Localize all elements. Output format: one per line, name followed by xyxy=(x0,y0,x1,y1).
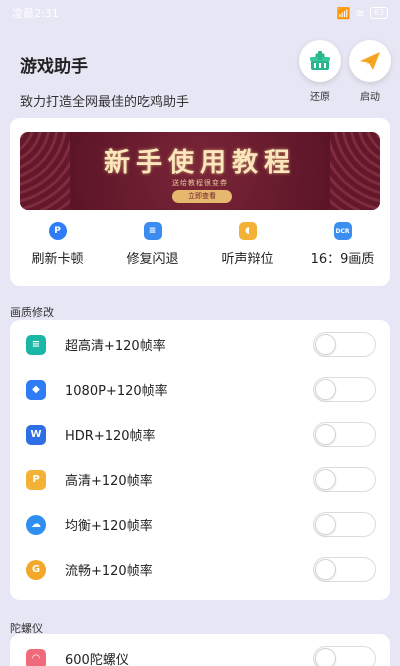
setting-row: ☁ 均衡+120帧率 xyxy=(10,502,390,547)
tutorial-banner[interactable]: 新手使用教程 送给教程很变券 立即查看 xyxy=(20,132,380,210)
battery-icon: 63 xyxy=(369,7,388,19)
setting-label: 流畅+120帧率 xyxy=(65,564,153,579)
1080p-toggle[interactable] xyxy=(313,377,376,402)
hd-icon: P xyxy=(26,469,46,490)
setting-label: 1080P+120帧率 xyxy=(65,384,168,399)
section-title-quality: 画质修改 xyxy=(10,306,54,319)
setting-label: 超高清+120帧率 xyxy=(65,339,166,354)
gyro-settings-card: ◠ 600陀螺仪 xyxy=(10,634,390,666)
repair-icon: ≡ xyxy=(143,222,162,240)
setting-row: W HDR+120帧率 xyxy=(10,412,390,457)
setting-row: ≡ 超高清+120帧率 xyxy=(10,322,390,367)
quick-actions: P 刷新卡顿 ≡ 修复闪退 ◖ 听声辩位 DCR 16：9画质 xyxy=(10,222,390,267)
quick-action-label: 16：9画质 xyxy=(310,252,375,267)
restore-button[interactable]: 还原 xyxy=(298,40,342,103)
quick-action-refresh[interactable]: P 刷新卡顿 xyxy=(14,222,102,267)
ultra-hd-toggle[interactable] xyxy=(313,332,376,357)
toggle-knob xyxy=(315,648,336,666)
header: 游戏助手 致力打造全网最佳的吃鸡助手 xyxy=(20,52,189,110)
quick-action-label: 修复闪退 xyxy=(126,252,179,267)
ultra-hd-icon: ≡ xyxy=(26,334,46,355)
gyro-icon: ◠ xyxy=(26,648,46,666)
quality-settings-card: ≡ 超高清+120帧率 ◆ 1080P+120帧率 W HDR+120帧率 P … xyxy=(10,320,390,600)
balanced-icon: ☁ xyxy=(26,514,46,535)
quick-action-sound[interactable]: ◖ 听声辩位 xyxy=(204,222,292,267)
toggle-knob xyxy=(315,559,336,580)
sound-icon: ◖ xyxy=(238,222,257,240)
quick-action-ratio[interactable]: DCR 16：9画质 xyxy=(299,222,387,267)
setting-row: ◆ 1080P+120帧率 xyxy=(10,367,390,412)
status-bar: 凌晨2:31 📶 ≋ 63 xyxy=(0,0,400,26)
quick-action-repair[interactable]: ≡ 修复闪退 xyxy=(109,222,197,267)
launch-button[interactable]: 启动 xyxy=(348,40,392,103)
restore-icon xyxy=(299,40,341,82)
setting-label: 高清+120帧率 xyxy=(65,474,153,489)
banner-view-button[interactable]: 立即查看 xyxy=(172,190,232,203)
toggle-knob xyxy=(315,379,336,400)
setting-row: G 流畅+120帧率 xyxy=(10,547,390,592)
restore-label: 还原 xyxy=(310,92,330,103)
wifi-icon: ≋ xyxy=(355,6,365,20)
banner-subtitle: 送给教程很变券 xyxy=(172,179,228,187)
setting-label: 均衡+120帧率 xyxy=(65,519,153,534)
toggle-knob xyxy=(315,514,336,535)
gyro-600-toggle[interactable] xyxy=(313,646,376,666)
setting-row: ◠ 600陀螺仪 xyxy=(10,636,390,666)
setting-label: 600陀螺仪 xyxy=(65,653,129,666)
toggle-knob xyxy=(315,334,336,355)
toggle-knob xyxy=(315,424,336,445)
smooth-toggle[interactable] xyxy=(313,557,376,582)
hdr-toggle[interactable] xyxy=(313,422,376,447)
quick-action-label: 刷新卡顿 xyxy=(31,252,84,267)
ratio-icon: DCR xyxy=(333,222,352,240)
launch-label: 启动 xyxy=(360,92,380,103)
setting-label: HDR+120帧率 xyxy=(65,429,156,444)
setting-row: P 高清+120帧率 xyxy=(10,457,390,502)
1080p-icon: ◆ xyxy=(26,379,46,400)
smooth-icon: G xyxy=(26,559,46,580)
refresh-icon: P xyxy=(48,222,67,240)
status-time: 凌晨2:31 xyxy=(12,7,59,20)
page-subtitle: 致力打造全网最佳的吃鸡助手 xyxy=(20,95,190,110)
quick-action-label: 听声辩位 xyxy=(221,252,274,267)
tutorial-card: 新手使用教程 送给教程很变券 立即查看 P 刷新卡顿 ≡ 修复闪退 ◖ 听声辩位… xyxy=(10,118,390,286)
signal-icon: 📶 xyxy=(336,6,351,20)
toggle-knob xyxy=(315,469,336,490)
status-indicators: 📶 ≋ 63 xyxy=(337,7,388,20)
balanced-toggle[interactable] xyxy=(313,512,376,537)
page-title: 游戏助手 xyxy=(20,57,88,77)
hd-toggle[interactable] xyxy=(313,467,376,492)
banner-title: 新手使用教程 xyxy=(103,148,296,178)
paper-plane-icon xyxy=(349,40,391,82)
hdr-icon: W xyxy=(26,424,46,445)
